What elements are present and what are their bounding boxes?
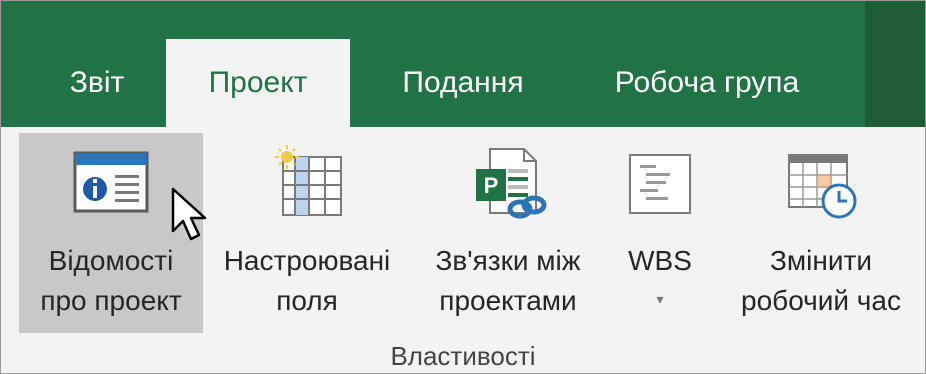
label-line-2: поля xyxy=(276,285,338,316)
links-between-projects-label: Зв'язки між проектами xyxy=(413,241,603,321)
tab-report[interactable]: Звіт xyxy=(37,39,157,127)
links-between-projects-button[interactable]: P Зв'язки між проектами xyxy=(413,133,603,333)
change-working-time-label: Змінити робочий час xyxy=(719,241,923,321)
custom-fields-icon xyxy=(275,145,342,216)
svg-text:P: P xyxy=(484,173,499,198)
wbs-icon xyxy=(629,154,691,214)
wbs-button[interactable]: WBS ▾ xyxy=(605,133,715,333)
ribbon-panel: Відомості про проект Настроювані поля P … xyxy=(1,127,925,373)
tab-bar-edge xyxy=(865,1,925,127)
label-line-2: робочий час xyxy=(741,285,901,316)
label-line-2: проектами xyxy=(439,285,577,316)
project-information-label: Відомості про проект xyxy=(19,241,203,321)
mouse-cursor-icon xyxy=(171,187,207,241)
label-line-2: про проект xyxy=(40,285,182,316)
label-line-1: Відомості xyxy=(48,245,174,276)
tab-team[interactable]: Робоча група xyxy=(587,39,827,127)
chevron-down-icon[interactable]: ▾ xyxy=(656,291,663,308)
custom-fields-button[interactable]: Настроювані поля xyxy=(209,133,405,333)
label-line-1: Змінити xyxy=(770,245,872,276)
tab-view[interactable]: Подання xyxy=(373,39,553,127)
custom-fields-label: Настроювані поля xyxy=(209,241,405,321)
label-line-1: Зв'язки між xyxy=(435,245,581,276)
change-working-time-icon xyxy=(788,154,857,219)
ribbon-tab-bar: Звіт Проект Подання Робоча група xyxy=(1,1,925,127)
label-line-1: WBS xyxy=(628,245,692,276)
change-working-time-button[interactable]: Змінити робочий час xyxy=(719,133,923,333)
tab-project[interactable]: Проект xyxy=(166,39,350,127)
group-label-properties: Властивості xyxy=(390,341,536,371)
project-information-icon xyxy=(73,151,149,213)
label-line-1: Настроювані xyxy=(223,245,391,276)
wbs-label: WBS xyxy=(605,241,715,281)
ribbon-window: Звіт Проект Подання Робоча група Відомос… xyxy=(0,0,926,374)
links-between-projects-icon: P xyxy=(476,148,547,219)
